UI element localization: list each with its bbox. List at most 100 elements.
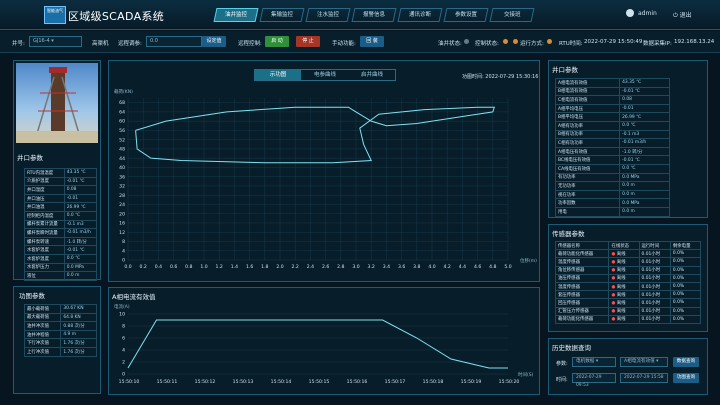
table-row: A相平均电压 -0.01: [554, 103, 670, 114]
indicator-table: 最小载荷值 30.67 KN 最大载荷值 64.8 KN 油井冲次值 0.88 次/分…: [23, 304, 97, 357]
y-tick-label: 36: [119, 174, 125, 180]
start-button[interactable]: 启 动: [265, 36, 289, 47]
x-tick-label: 1.2: [216, 264, 223, 270]
table-row: 螺杆泵转速 -1.0 转/分: [24, 236, 98, 247]
nav-shift[interactable]: 交接班: [489, 8, 535, 22]
y-tick-label: 12: [119, 230, 125, 236]
table-row: 最小载荷值 30.67 KN: [23, 304, 97, 314]
x-tick-label: 3.8: [413, 264, 420, 270]
x-tick-label: 15:50:19: [461, 379, 482, 385]
nav-params[interactable]: 参数设置: [443, 8, 489, 22]
table-row: C相有功功率 -0.01 m3/h: [554, 138, 670, 148]
nav-water-injection[interactable]: 注水监控: [305, 8, 351, 22]
table-row: B相平均电压 26.99 ℃: [554, 112, 670, 122]
table-row: A相电压有效值 -1.0 转/分: [554, 146, 670, 157]
well-label: 井号:: [12, 41, 25, 47]
ctrl-status-dot: [503, 39, 508, 44]
y-tick-label: 32: [119, 184, 125, 190]
chart-time: 功图时间: 2022-07-29 15:30:16: [462, 74, 539, 80]
ip-value: 192.168.13.24: [674, 39, 715, 45]
table-row: 水套炉压力 0.0 MPa: [24, 262, 98, 273]
rtu-time-label: RTU时间:: [559, 41, 583, 47]
data-query-button[interactable]: 数据查询: [673, 357, 699, 367]
username: admin: [638, 10, 657, 17]
y-tick-label: 20: [119, 211, 125, 217]
table-row: 无功功率 0.0 m: [554, 181, 670, 191]
ctrl-status-label: 控制状态:: [475, 41, 499, 47]
table-row: 螺杆泵瞬时流量 -0.01 m3/h: [24, 228, 98, 238]
table-row: A相电流有效值 43.35 ℃: [554, 78, 670, 88]
history-title: 历史数据查询: [552, 344, 591, 352]
y-tick-label: 16: [119, 221, 125, 227]
app-title: 区域级SCADA系统: [68, 10, 164, 23]
x-tick-label: 15:50:18: [423, 379, 444, 385]
table-row: 水套炉温度 0.0 ℃: [24, 253, 98, 264]
x-tick-label: 4.0: [428, 264, 435, 270]
x-tick-label: 4.8: [489, 264, 496, 270]
stop-button[interactable]: 停 止: [296, 36, 320, 47]
remote-param-label: 远程调参:: [118, 41, 142, 47]
table-row: 介质护温度 -0.01 ℃: [24, 176, 98, 187]
x-tick-label: 0.6: [170, 264, 177, 270]
table-row: 上行冲次值 1.76 次/分: [23, 346, 97, 357]
x-tick-label: 1.6: [246, 264, 253, 270]
remote-param-input[interactable]: 0.0: [146, 36, 202, 47]
y-tick-label: 60: [119, 119, 125, 125]
end-time-input[interactable]: 2022-07-29 15:58: [620, 373, 668, 383]
sensor-table: 传感器名称 在线状态 运行时间 剩余电量 载荷功能化传感器 ● 离线 0.01小时 0.0% 温…: [554, 240, 702, 324]
y-tick-label: 0: [122, 258, 125, 264]
y-tick-label: 8: [122, 239, 125, 245]
x-tick-label: 4.4: [459, 264, 466, 270]
param-select[interactable]: 电机数据 ▾: [572, 357, 616, 367]
table-row: 功率因数 0.0 MPa: [554, 198, 670, 208]
tab-electric-curve[interactable]: 电参曲线: [302, 70, 348, 80]
set-value-button[interactable]: 设定值: [202, 36, 226, 47]
sensor-row: 角位移传感器 ● 离线 0.01小时 0.0%: [554, 265, 702, 275]
nav-well-monitor[interactable]: 油井监控: [213, 8, 259, 22]
chart-query-button[interactable]: 功图查询: [673, 373, 699, 383]
well-status-dot: [464, 39, 469, 44]
x-tick-label: 4.2: [444, 264, 451, 270]
table-row: 井口油压 -0.01: [24, 193, 98, 204]
table-row: 井口油温 26.99 ℃: [24, 202, 98, 212]
x-tick-label: 2.4: [307, 264, 314, 270]
ip-label: 数据采集IP:: [643, 41, 672, 47]
y-tick-label: 6: [122, 336, 125, 342]
table-row: RTU内温温度 43.35 ℃: [24, 168, 98, 178]
sensor-row: 套压传感器 ● 离线 0.01小时 0.0%: [554, 290, 702, 300]
station-label: 高渠机: [92, 41, 109, 47]
y-tick-label: 2: [122, 360, 125, 366]
chart-tabs: 示功图 电参曲线 启井曲线: [254, 69, 396, 81]
well-select[interactable]: GJ16-4 ▾: [29, 36, 82, 47]
x-axis-label: 时间(S): [518, 371, 534, 378]
derrick-icon: [16, 67, 98, 143]
nav-alarm[interactable]: 报警信息: [351, 8, 397, 22]
sensor-row: 回压传感器 ● 离线 0.01小时 0.0%: [554, 298, 702, 308]
wellhead-title: 井口参数: [17, 154, 43, 162]
y-tick-label: 40: [119, 165, 125, 171]
x-tick-label: 15:50:20: [499, 379, 520, 385]
tab-dynagraph[interactable]: 示功图: [255, 70, 301, 80]
table-row: 油井冲次值 0.88 次/分: [23, 321, 97, 331]
start-time-input[interactable]: 2022-07-29 09:53: [572, 373, 616, 388]
time-label: 时间:: [556, 377, 568, 383]
x-tick-label: 2.2: [292, 264, 299, 270]
tab-start-curve[interactable]: 启井曲线: [349, 70, 395, 80]
logout-button[interactable]: ⏻ 退出: [673, 10, 692, 20]
reset-button[interactable]: 回 装: [360, 36, 384, 47]
x-tick-label: 15:50:10: [119, 379, 140, 385]
x-tick-label: 15:50:15: [309, 379, 330, 385]
y-tick-label: 28: [119, 193, 125, 199]
table-row: 视在功率 0.0 m: [554, 189, 670, 200]
param-select-2[interactable]: A相电流有效值 ▾: [620, 357, 668, 367]
y-tick-label: 8: [122, 324, 125, 330]
x-tick-label: 1.0: [200, 264, 207, 270]
series-line: [127, 319, 508, 369]
nav-comm-diag[interactable]: 通讯诊断: [397, 8, 443, 22]
table-row: 用电 0.0 m: [554, 206, 670, 217]
nav-gathering[interactable]: 集输监控: [259, 8, 305, 22]
table-row: 液位 0.0 m: [24, 271, 98, 281]
x-axis-label: 位移(m): [520, 257, 537, 264]
param-label: 参数:: [556, 361, 568, 367]
table-row: 井口温度 0.08: [24, 185, 98, 195]
